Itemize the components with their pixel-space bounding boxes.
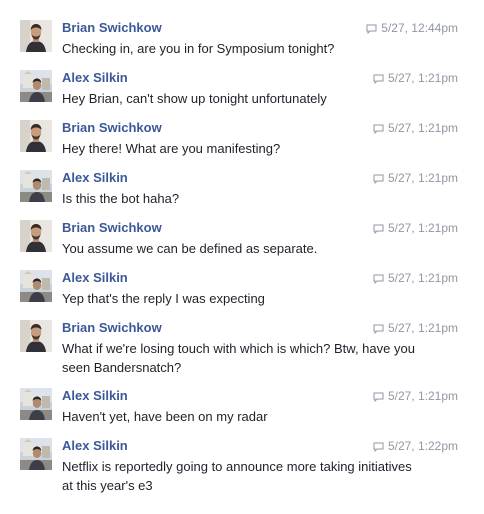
- message-text: What if we're losing touch with which is…: [62, 341, 415, 375]
- sender-name[interactable]: Alex Silkin: [62, 438, 128, 454]
- chat-bubble-icon: [373, 440, 384, 456]
- avatar[interactable]: [20, 320, 52, 352]
- avatar[interactable]: [20, 220, 52, 252]
- sender-name[interactable]: Brian Swichkow: [62, 220, 162, 236]
- message-text: Haven't yet, have been on my radar: [62, 409, 268, 424]
- timestamp-text: 5/27, 1:21pm: [387, 71, 458, 85]
- profile-photo-alex-icon: [20, 70, 52, 102]
- avatar[interactable]: [20, 388, 52, 420]
- profile-photo-alex-icon: [20, 388, 52, 420]
- sender-name[interactable]: Alex Silkin: [62, 388, 128, 404]
- message-text: Yep that's the reply I was expecting: [62, 291, 265, 306]
- message-timestamp: 5/27, 1:21pm: [373, 170, 458, 188]
- message-timestamp: 5/27, 1:21pm: [373, 70, 458, 88]
- sender-name[interactable]: Brian Swichkow: [62, 320, 162, 336]
- profile-photo-brian-icon: [20, 220, 52, 252]
- message-timestamp: 5/27, 1:22pm: [373, 438, 458, 456]
- sender-name[interactable]: Alex Silkin: [62, 270, 128, 286]
- avatar[interactable]: [20, 120, 52, 152]
- message-text: Hey Brian, can't show up tonight unfortu…: [62, 91, 327, 106]
- profile-photo-brian-icon: [20, 20, 52, 52]
- message-timestamp: 5/27, 1:21pm: [373, 220, 458, 238]
- avatar[interactable]: [20, 170, 52, 202]
- timestamp-text: 5/27, 1:21pm: [387, 221, 458, 235]
- timestamp-text: 5/27, 1:21pm: [387, 121, 458, 135]
- sender-name[interactable]: Brian Swichkow: [62, 120, 162, 136]
- message-timestamp: 5/27, 1:21pm: [373, 320, 458, 338]
- sender-name[interactable]: Brian Swichkow: [62, 20, 162, 36]
- chat-bubble-icon: [373, 122, 384, 138]
- chat-bubble-icon: [373, 72, 384, 88]
- avatar[interactable]: [20, 20, 52, 52]
- message-text: Netflix is reportedly going to announce …: [62, 459, 412, 493]
- chat-bubble-icon: [373, 222, 384, 238]
- timestamp-text: 5/27, 1:21pm: [387, 321, 458, 335]
- timestamp-text: 5/27, 1:22pm: [387, 439, 458, 453]
- sender-name[interactable]: Alex Silkin: [62, 70, 128, 86]
- profile-photo-brian-icon: [20, 320, 52, 352]
- message-timestamp: 5/27, 1:21pm: [373, 388, 458, 406]
- chat-bubble-icon: [373, 390, 384, 406]
- timestamp-text: 5/27, 1:21pm: [387, 271, 458, 285]
- chat-bubble-icon: [373, 322, 384, 338]
- message-text: Checking in, are you in for Symposium to…: [62, 41, 335, 56]
- sender-name[interactable]: Alex Silkin: [62, 170, 128, 186]
- timestamp-text: 5/27, 1:21pm: [387, 389, 458, 403]
- message-thread: Brian Swichkow 5/27, 12:44pm Checking in…: [0, 0, 484, 514]
- profile-photo-alex-icon: [20, 170, 52, 202]
- chat-bubble-icon: [373, 272, 384, 288]
- avatar[interactable]: [20, 270, 52, 302]
- chat-bubble-icon: [366, 22, 377, 38]
- timestamp-text: 5/27, 1:21pm: [387, 171, 458, 185]
- avatar[interactable]: [20, 438, 52, 470]
- avatar[interactable]: [20, 70, 52, 102]
- profile-photo-brian-icon: [20, 120, 52, 152]
- profile-photo-alex-icon: [20, 270, 52, 302]
- timestamp-text: 5/27, 12:44pm: [381, 21, 458, 35]
- message-text: Hey there! What are you manifesting?: [62, 141, 281, 156]
- message-timestamp: 5/27, 12:44pm: [366, 20, 458, 38]
- message-timestamp: 5/27, 1:21pm: [373, 120, 458, 138]
- message-timestamp: 5/27, 1:21pm: [373, 270, 458, 288]
- message-text: You assume we can be defined as separate…: [62, 241, 318, 256]
- message-text: Is this the bot haha?: [62, 191, 180, 206]
- chat-bubble-icon: [373, 172, 384, 188]
- profile-photo-alex-icon: [20, 438, 52, 470]
